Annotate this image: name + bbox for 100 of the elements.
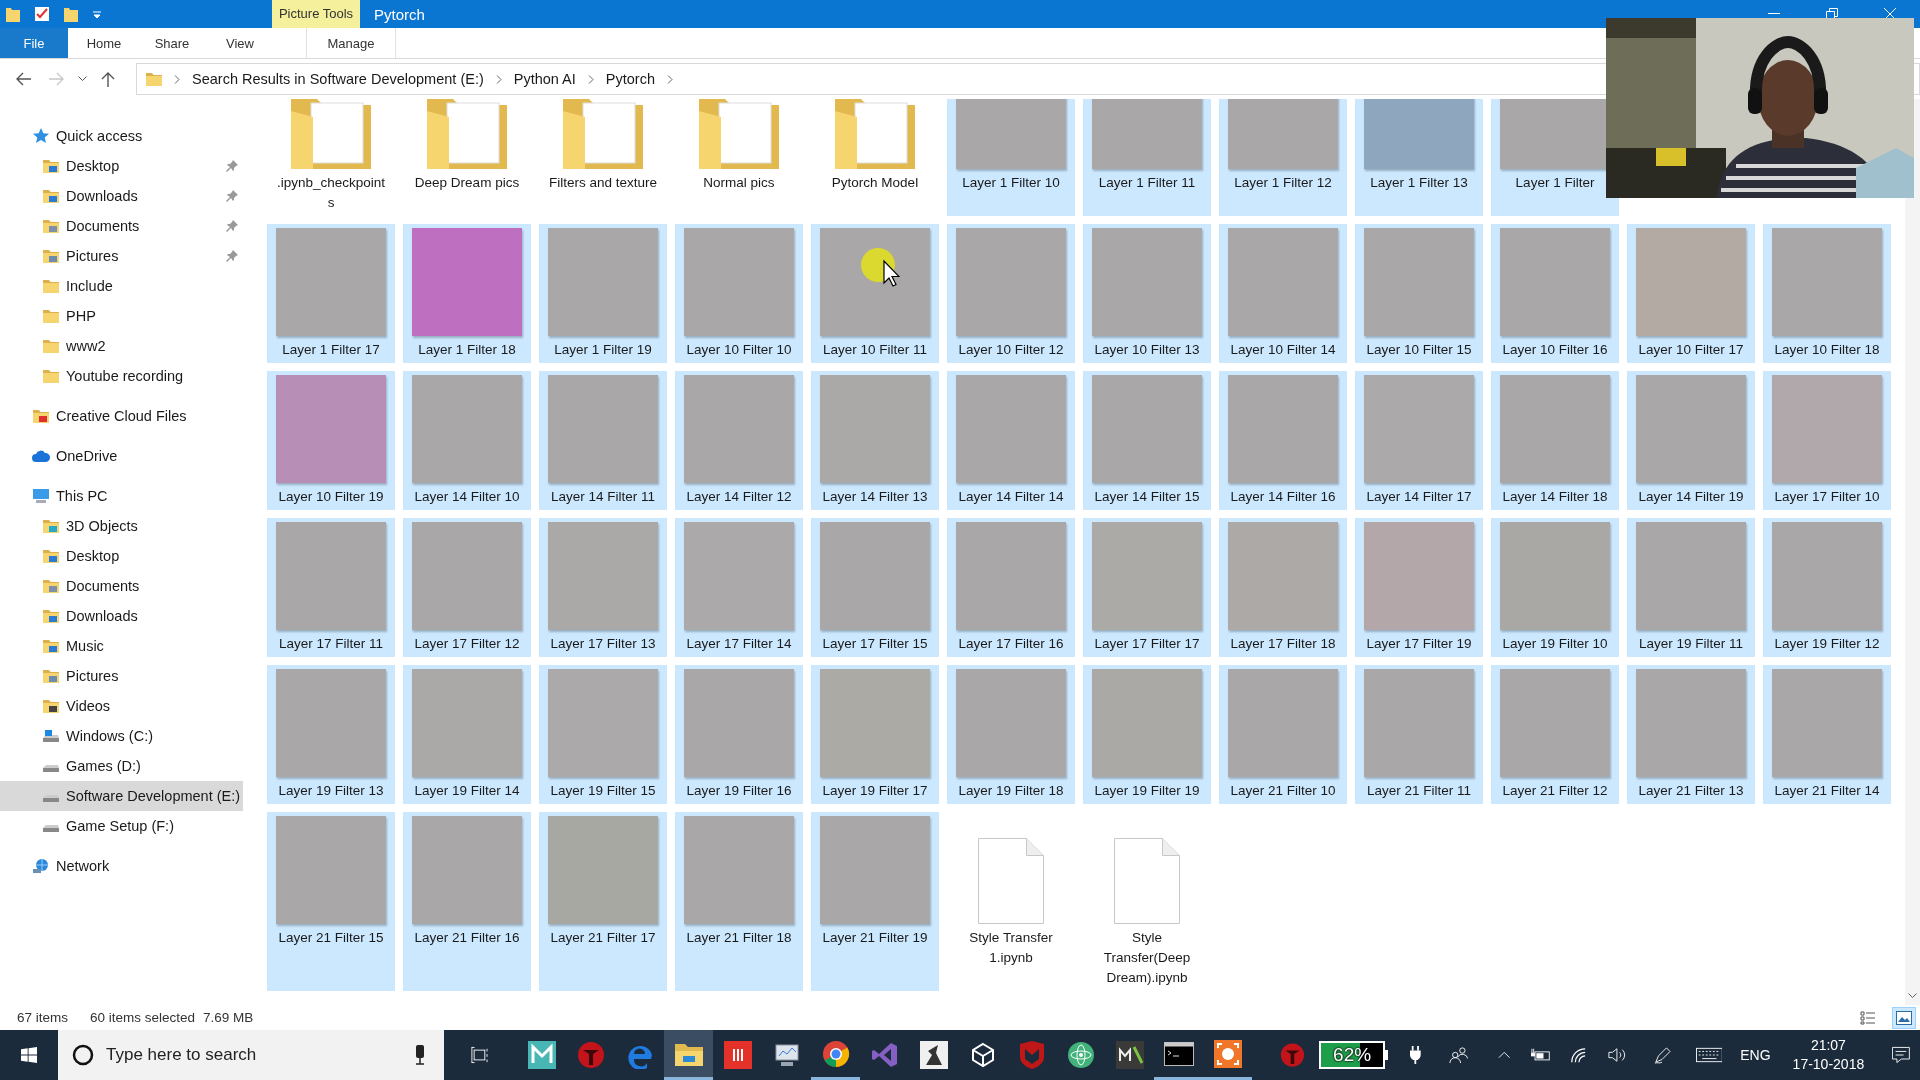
file-item[interactable]: Layer 10 Filter 19 [267,371,395,510]
notification-icon[interactable] [1892,1046,1911,1064]
file-item[interactable]: Layer 14 Filter 18 [1491,371,1619,510]
ribbon-tab[interactable]: File [0,28,68,58]
file-item[interactable]: Layer 10 Filter 11 [811,224,939,363]
file-item[interactable]: Layer 17 Filter 17 [1083,518,1211,657]
nav-item[interactable]: OneDrive [0,441,243,471]
file-item[interactable]: Layer 10 Filter 12 [947,224,1075,363]
ribbon-tab[interactable]: Manage [306,28,396,58]
file-item[interactable]: Layer 19 Filter 13 [267,665,395,804]
pin-icon[interactable] [226,250,238,262]
dropdown-icon[interactable] [92,9,102,19]
people-icon[interactable] [1448,1045,1469,1065]
file-item[interactable]: Layer 14 Filter 17 [1355,371,1483,510]
microphone-icon[interactable] [414,1045,427,1065]
file-item[interactable]: Style Transfer(Deep Dream).ipynb [1083,812,1211,991]
file-item[interactable]: Normal pics [675,99,803,216]
taskbar-button[interactable] [664,1030,714,1080]
keyboard-icon[interactable] [1695,1047,1723,1063]
nav-item[interactable]: www2 [0,331,243,361]
folder-icon[interactable] [64,6,78,22]
file-item[interactable]: .ipynb_checkpoints [267,99,395,216]
file-item[interactable]: Filters and texture [539,99,667,216]
clock[interactable]: 21:07 17-10-2018 [1792,1036,1865,1074]
file-item[interactable]: Layer 10 Filter 16 [1491,224,1619,363]
file-item[interactable]: Layer 19 Filter 16 [675,665,803,804]
file-item[interactable]: Layer 21 Filter 14 [1763,665,1891,804]
file-item[interactable]: Layer 1 Filter 13 [1355,99,1483,216]
file-item[interactable]: Layer 17 Filter 19 [1355,518,1483,657]
file-item[interactable]: Layer 10 Filter 10 [675,224,803,363]
file-item[interactable]: Layer 19 Filter 14 [403,665,531,804]
nav-item[interactable]: Documents [0,211,243,241]
nav-item[interactable]: Downloads [0,601,243,631]
nav-item[interactable]: Videos [0,691,243,721]
scroll-down-icon[interactable] [1908,993,1917,999]
ribbon-tab[interactable]: Home [70,28,138,58]
file-item[interactable]: Layer 19 Filter 12 [1763,518,1891,657]
pin-icon[interactable] [226,190,238,202]
file-item[interactable]: Layer 10 Filter 18 [1763,224,1891,363]
file-item[interactable]: Layer 14 Filter 14 [947,371,1075,510]
file-item[interactable]: Layer 19 Filter 10 [1491,518,1619,657]
file-item[interactable]: Layer 14 Filter 10 [403,371,531,510]
search-field[interactable]: Type here to search [104,1044,405,1066]
file-item[interactable]: Layer 17 Filter 16 [947,518,1075,657]
file-item[interactable]: Layer 17 Filter 11 [267,518,395,657]
scrollbar[interactable] [1905,99,1920,1005]
ribbon-tab[interactable]: View [206,28,274,58]
search-box[interactable]: Type here to search [58,1030,445,1080]
nav-item[interactable]: This PC [0,481,243,511]
restore-icon[interactable] [1826,8,1838,20]
file-item[interactable]: Layer 10 Filter 17 [1627,224,1755,363]
file-item[interactable]: Layer 21 Filter 11 [1355,665,1483,804]
nav-item[interactable]: Pictures [0,661,243,691]
language-indicator[interactable]: ENG [1740,1047,1771,1063]
file-item[interactable]: Layer 1 Filter 12 [1219,99,1347,216]
nav-item[interactable]: PHP [0,301,243,331]
ball-icon[interactable] [1280,1041,1305,1069]
file-item[interactable]: Layer 1 Filter 17 [267,224,395,363]
file-item[interactable]: Layer 21 Filter 17 [539,812,667,991]
file-item[interactable]: Layer 1 Filter 19 [539,224,667,363]
file-item[interactable]: Layer 21 Filter 19 [811,812,939,991]
file-item[interactable]: Layer 21 Filter 15 [267,812,395,991]
volume-icon[interactable] [1608,1046,1628,1064]
file-item[interactable]: Layer 17 Filter 18 [1219,518,1347,657]
nav-item[interactable]: Game Setup (F:) [0,811,243,841]
pen-icon[interactable] [1653,1045,1672,1065]
nav-item[interactable]: Desktop [0,541,243,571]
chevron-up-icon[interactable] [1498,1051,1511,1059]
file-item[interactable]: Layer 19 Filter 19 [1083,665,1211,804]
back-icon[interactable] [16,72,32,86]
nav-item[interactable]: Desktop [0,151,243,181]
file-item[interactable]: Layer 21 Filter 13 [1627,665,1755,804]
circle-icon[interactable] [72,1044,95,1066]
file-item[interactable]: Layer 17 Filter 10 [1763,371,1891,510]
nav-item[interactable]: Downloads [0,181,243,211]
nav-item[interactable]: Quick access [0,121,243,151]
windows-logo-icon[interactable] [21,1046,38,1064]
pin-icon[interactable] [226,160,238,172]
file-item[interactable]: Layer 21 Filter 10 [1219,665,1347,804]
file-item[interactable]: Layer 14 Filter 12 [675,371,803,510]
breadcrumb[interactable]: Search Results in Software Development (E:) [192,71,484,87]
ribbon-tab[interactable]: Share [138,28,206,58]
nav-item[interactable]: Network [0,851,243,881]
file-item[interactable]: Layer 19 Filter 15 [539,665,667,804]
file-item[interactable]: Layer 14 Filter 13 [811,371,939,510]
file-item[interactable]: Layer 1 Filter 11 [1083,99,1211,216]
file-item[interactable]: Layer 1 Filter 18 [403,224,531,363]
file-item[interactable]: Layer 10 Filter 15 [1355,224,1483,363]
breadcrumb[interactable]: Pytorch [605,71,655,87]
large-icons-view-button[interactable] [1892,1006,1916,1029]
minimize-icon[interactable] [1768,13,1780,15]
file-item[interactable]: Style Transfer 1.ipynb [947,812,1075,991]
nav-item[interactable]: Youtube recording [0,361,243,391]
nav-item[interactable]: Creative Cloud Files [0,401,243,431]
file-item[interactable]: Layer 17 Filter 13 [539,518,667,657]
file-item[interactable]: Layer 14 Filter 16 [1219,371,1347,510]
file-item[interactable]: Layer 21 Filter 12 [1491,665,1619,804]
nav-item[interactable]: Software Development (E:) [0,781,243,811]
file-item[interactable]: Layer 19 Filter 18 [947,665,1075,804]
pin-icon[interactable] [226,220,238,232]
